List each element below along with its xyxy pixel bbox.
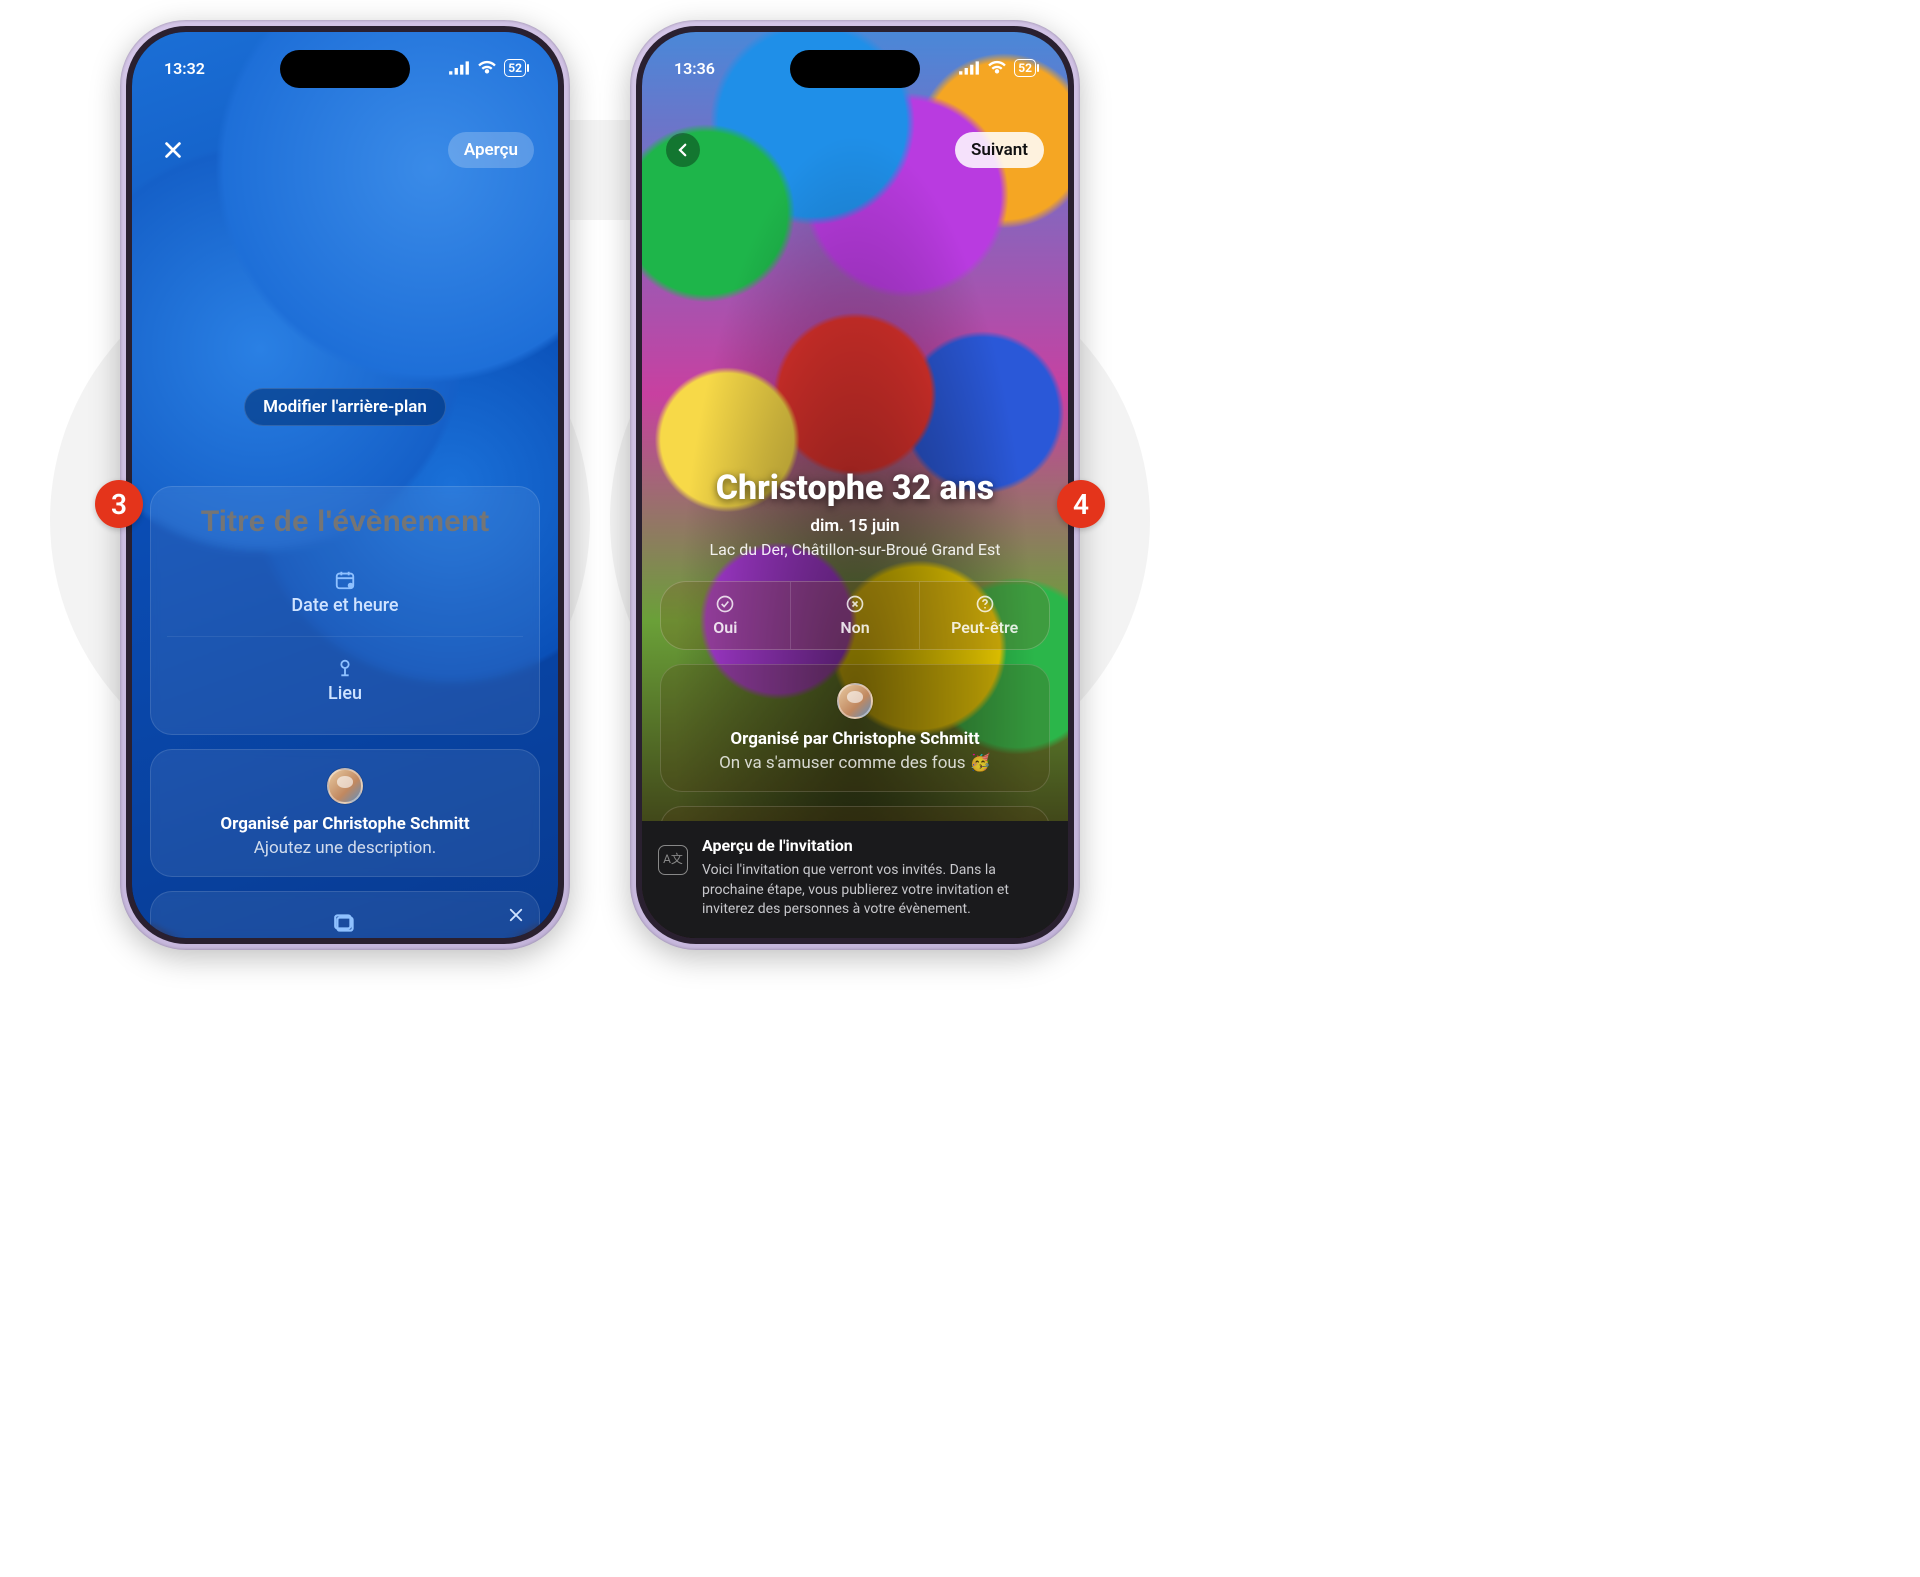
organizer-card: Organisé par Christophe Schmitt On va s'… <box>660 664 1050 792</box>
preview-button[interactable]: Aperçu <box>448 132 534 168</box>
dynamic-island <box>790 50 920 88</box>
chevron-left-icon <box>674 141 692 159</box>
location-button[interactable]: Lieu <box>167 636 523 716</box>
battery-icon: 52 <box>504 59 526 77</box>
close-button[interactable] <box>156 133 190 167</box>
info-title: Aperçu de l'invitation <box>702 835 1050 857</box>
rsvp-row: Oui Non Peut-être <box>660 581 1050 650</box>
description-prompt: Ajoutez une description. <box>167 838 523 858</box>
screen1-content: Aperçu Modifier l'arrière-plan Date et h… <box>132 32 558 938</box>
info-panel: A文 Aperçu de l'invitation Voici l'invita… <box>642 821 1068 938</box>
event-details-card: Date et heure Lieu <box>150 486 540 735</box>
status-time: 13:32 <box>164 59 205 78</box>
phone-2-screen: 13:36 52 Suivant Christophe 32 ans <box>642 32 1068 938</box>
question-circle-icon <box>975 594 995 614</box>
nav-row: Aperçu <box>150 132 540 168</box>
step-badge-4: 4 <box>1057 480 1105 528</box>
shared-album-card[interactable]: Album partagé Créez un album photo pour … <box>150 891 540 938</box>
organizer-name: Organisé par Christophe Schmitt <box>677 729 1033 749</box>
status-time: 13:36 <box>674 59 715 78</box>
cellular-icon <box>958 57 980 79</box>
phone-1-wrap: 3 13:32 52 <box>120 20 570 986</box>
step-badge-3: 3 <box>95 480 143 528</box>
phone-1-frame: 13:32 52 Aperçu Modifier l'arrière-p <box>120 20 570 950</box>
status-icons: 52 <box>958 57 1036 79</box>
phone-2-frame: 13:36 52 Suivant Christophe 32 ans <box>630 20 1080 950</box>
rsvp-no-label: Non <box>840 618 869 637</box>
stage: 3 13:32 52 <box>0 0 1200 986</box>
rsvp-yes-button[interactable]: Oui <box>661 582 790 649</box>
modify-background-button[interactable]: Modifier l'arrière-plan <box>244 388 446 426</box>
event-date: dim. 15 juin <box>660 516 1050 536</box>
rsvp-yes-label: Oui <box>713 618 737 637</box>
cellular-icon <box>448 57 470 79</box>
next-button[interactable]: Suivant <box>955 132 1044 168</box>
event-description: On va s'amuser comme des fous 🥳 <box>677 753 1033 773</box>
phone-2-wrap: 4 13:36 52 <box>630 20 1080 986</box>
calendar-icon <box>334 569 356 591</box>
translate-icon: A文 <box>658 845 688 875</box>
rsvp-maybe-button[interactable]: Peut-être <box>919 582 1049 649</box>
photos-icon <box>332 910 358 936</box>
wifi-icon <box>986 57 1008 79</box>
check-circle-icon <box>715 594 735 614</box>
x-circle-icon <box>845 594 865 614</box>
close-icon <box>507 906 525 924</box>
screen2-content: Suivant Christophe 32 ans dim. 15 juin L… <box>642 32 1068 938</box>
rsvp-maybe-label: Peut-être <box>951 618 1018 637</box>
dismiss-album-button[interactable] <box>507 906 525 928</box>
dynamic-island <box>280 50 410 88</box>
phone-1-screen: 13:32 52 Aperçu Modifier l'arrière-p <box>132 32 558 938</box>
rsvp-no-button[interactable]: Non <box>790 582 920 649</box>
battery-icon: 52 <box>1014 59 1036 77</box>
event-title: Christophe 32 ans <box>660 468 1050 508</box>
event-location: Lac du Der, Châtillon-sur-Broué Grand Es… <box>660 540 1050 559</box>
location-label: Lieu <box>328 683 362 704</box>
pin-icon <box>334 657 356 679</box>
avatar <box>327 768 363 804</box>
organizer-card[interactable]: Organisé par Christophe Schmitt Ajoutez … <box>150 749 540 877</box>
avatar <box>837 683 873 719</box>
status-icons: 52 <box>448 57 526 79</box>
back-button[interactable] <box>666 133 700 167</box>
datetime-label: Date et heure <box>291 595 398 616</box>
nav-row: Suivant <box>660 132 1050 168</box>
info-body: Voici l'invitation que verront vos invit… <box>702 861 1050 920</box>
event-title-input[interactable] <box>167 505 523 539</box>
wifi-icon <box>476 57 498 79</box>
close-icon <box>162 139 184 161</box>
organizer-name: Organisé par Christophe Schmitt <box>167 814 523 834</box>
datetime-button[interactable]: Date et heure <box>167 557 523 628</box>
